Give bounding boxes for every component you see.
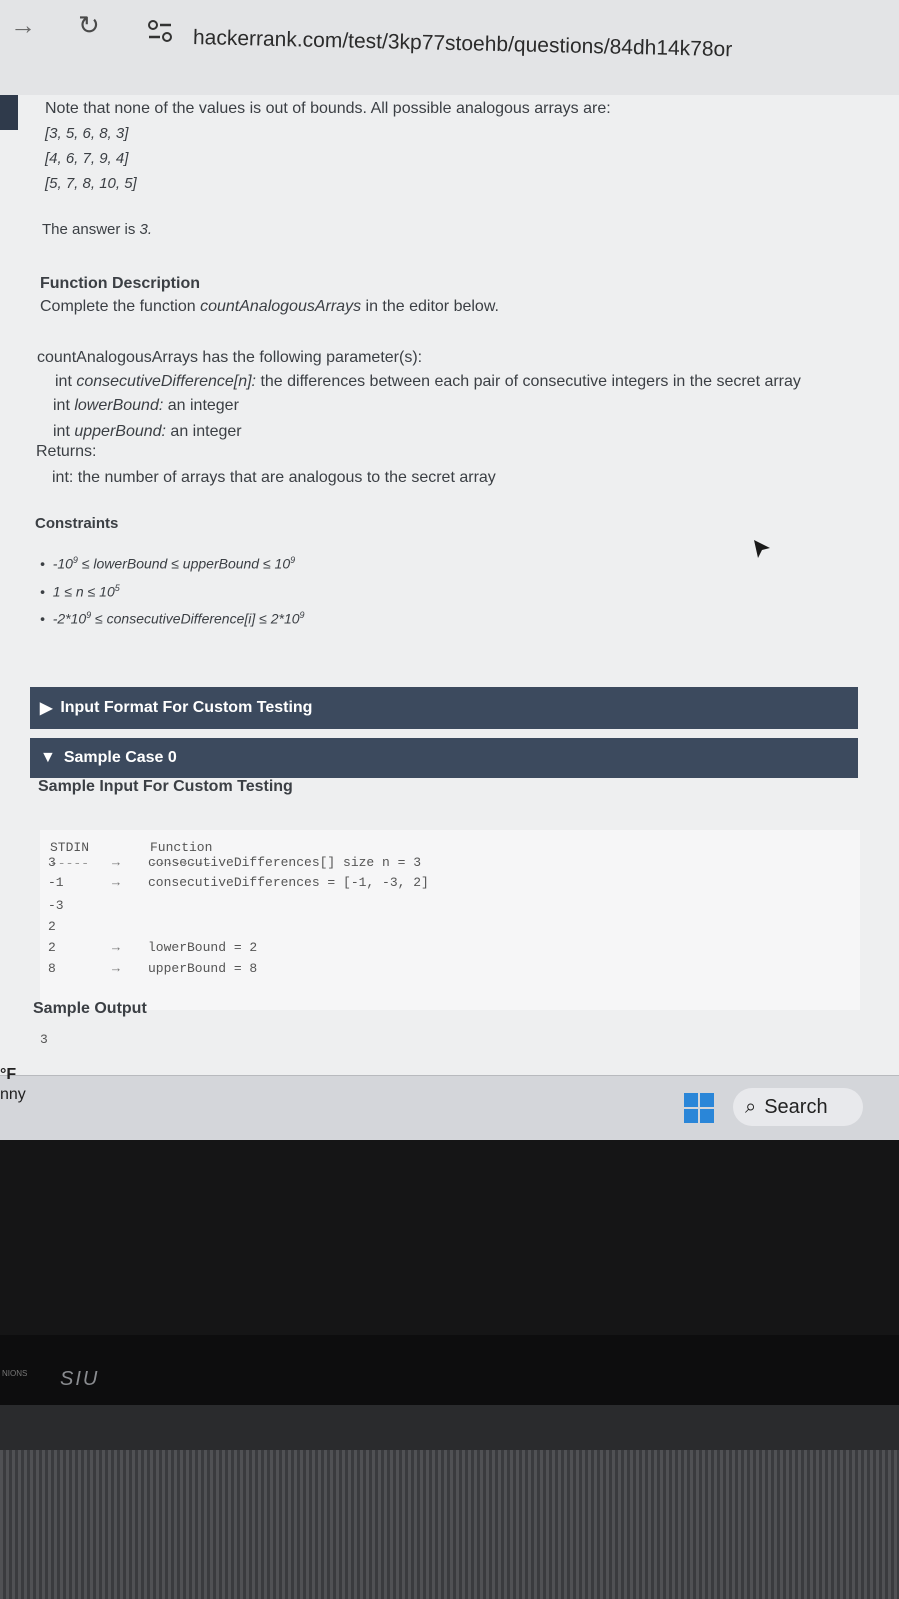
parameters-intro: countAnalogousArrays has the following p… — [37, 349, 423, 366]
sidebar-edge — [0, 95, 18, 130]
function-description-text: Complete the function countAnalogousArra… — [40, 298, 499, 315]
sample-case-toggle[interactable]: ▼ Sample Case 0 — [30, 738, 858, 778]
stdin-header: STDIN — [50, 840, 90, 855]
problem-page: Note that none of the values is out of b… — [0, 95, 899, 1080]
stdin-arrow: → — [112, 855, 120, 870]
array-option-1: [3, 5, 6, 8, 3] — [45, 125, 129, 142]
stdin-value: 2 — [48, 940, 56, 955]
laptop-keyboard-grille — [0, 1450, 899, 1599]
stdin-description: consecutiveDifferences = [-1, -3, 2] — [148, 875, 429, 890]
stdin-value: -1 — [48, 875, 64, 890]
stdin-description: upperBound = 8 — [148, 961, 258, 976]
constraint-1: • -109 ≤ lowerBound ≤ upperBound ≤ 109 — [40, 555, 296, 572]
mouse-cursor-icon — [754, 540, 770, 558]
stdin-value: 2 — [48, 919, 56, 934]
constraints-heading: Constraints — [35, 515, 119, 532]
stdin-arrow: → — [112, 940, 120, 955]
sample-input-heading: Sample Input For Custom Testing — [38, 778, 293, 795]
reload-icon[interactable]: ↻ — [78, 10, 100, 41]
input-format-label: Input Format For Custom Testing — [60, 699, 313, 716]
sample-case-label: Sample Case 0 — [63, 749, 177, 766]
stdin-description: lowerBound = 2 — [148, 940, 258, 955]
stdin-arrow: → — [112, 875, 120, 890]
browser-toolbar: → ↻ hackerrank.com/test/3kp77stoehb/ques… — [0, 0, 899, 96]
laptop-deck — [0, 1405, 899, 1450]
input-format-toggle[interactable]: ▶ Input Format For Custom Testing — [30, 687, 858, 729]
parameter-1: int consecutiveDifference[n]: the differ… — [55, 373, 801, 390]
address-bar-url[interactable]: hackerrank.com/test/3kp77stoehb/question… — [193, 26, 733, 62]
note-text: Note that none of the values is out of b… — [45, 100, 611, 117]
taskbar-search-button[interactable]: ⌕ Search — [733, 1088, 863, 1126]
stdin-description: consecutiveDifferences[] size n = 3 — [148, 855, 422, 870]
laptop-bezel — [0, 1140, 899, 1340]
weather-condition: nny — [0, 1086, 26, 1103]
laptop-hinge — [0, 1335, 899, 1405]
expand-arrow-icon: ▶ — [40, 700, 53, 717]
site-settings-icon[interactable] — [145, 16, 175, 46]
stdin-arrow: → — [112, 961, 120, 976]
sample-output-heading: Sample Output — [33, 1000, 147, 1017]
array-option-2: [4, 6, 7, 9, 4] — [45, 150, 129, 167]
stdin-underline: ----- — [50, 856, 90, 871]
function-description-heading: Function Description — [40, 275, 200, 292]
array-option-3: [5, 7, 8, 10, 5] — [45, 175, 137, 192]
stdin-value: 8 — [48, 961, 56, 976]
collapse-arrow-icon: ▼ — [40, 749, 56, 766]
returns-description: int: the number of arrays that are analo… — [52, 469, 496, 486]
search-icon: ⌕ — [745, 1095, 757, 1118]
function-header: Function — [150, 840, 213, 855]
laptop-brand-small-text: NIONS — [2, 1369, 28, 1378]
constraint-2: • 1 ≤ n ≤ 105 — [40, 583, 120, 600]
parameter-2: int lowerBound: an integer — [53, 397, 239, 414]
constraint-3: • -2*109 ≤ consecutiveDifference[i] ≤ 2*… — [40, 610, 305, 627]
stdin-value: -3 — [48, 898, 64, 913]
laptop-brand-logo: SIU — [60, 1368, 100, 1390]
search-label: Search — [764, 1095, 828, 1118]
windows-start-icon[interactable] — [683, 1092, 715, 1124]
monitor-screen: → ↻ hackerrank.com/test/3kp77stoehb/ques… — [0, 0, 899, 1140]
forward-arrow-icon[interactable]: → — [10, 10, 36, 41]
stdin-value: 3 — [48, 855, 56, 870]
returns-label: Returns: — [36, 443, 97, 460]
parameter-3: int upperBound: an integer — [53, 423, 242, 440]
sample-output-value: 3 — [40, 1032, 48, 1047]
weather-temp: °F — [0, 1066, 17, 1083]
answer-text: The answer is 3. — [42, 221, 153, 238]
